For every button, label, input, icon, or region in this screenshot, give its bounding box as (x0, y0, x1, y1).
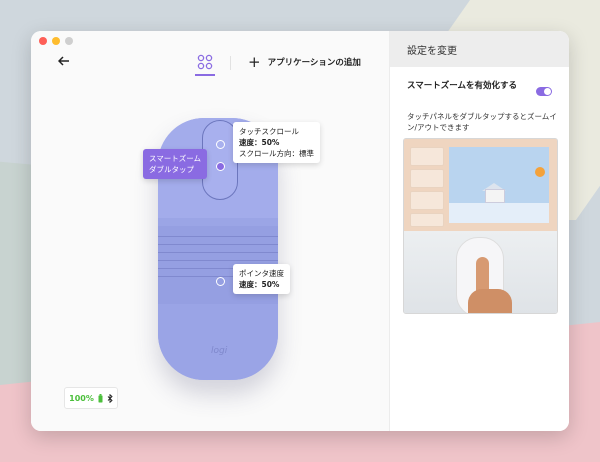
callout-action: ダブルタップ (149, 165, 194, 174)
callout-title: スマートズーム (149, 154, 202, 163)
callout-scroll-direction: スクロール方向：標準 (239, 149, 314, 158)
battery-status: 100% (64, 387, 118, 409)
hotspot-smart-zoom[interactable] (216, 162, 225, 171)
callout-touch-scroll[interactable]: タッチスクロール 速度：50% スクロール方向：標準 (233, 122, 320, 163)
minimize-button[interactable] (52, 37, 60, 45)
back-button[interactable] (57, 54, 70, 70)
hotspot-pointer-speed[interactable] (216, 277, 225, 286)
callout-speed: 速度：50% (239, 280, 280, 289)
toggle-knob (544, 88, 551, 95)
smart-zoom-preview-image (403, 138, 558, 314)
settings-panel-title: 設定を変更 (407, 46, 457, 57)
settings-panel: 設定を変更 スマートズームを有効化する タッチパネルをダブルタップするとズームイ… (389, 31, 569, 431)
app-window: + アプリケーションの追加 logi タッチスクロール 速度：50% スクロール… (31, 31, 569, 431)
add-application-label: アプリケーションの追加 (267, 58, 361, 68)
close-button[interactable] (39, 37, 47, 45)
zoom-button[interactable] (65, 37, 73, 45)
callout-pointer-speed[interactable]: ポインタ速度 速度：50% (233, 264, 290, 294)
device-view: + アプリケーションの追加 logi タッチスクロール 速度：50% スクロール… (31, 31, 389, 431)
window-controls (39, 37, 73, 45)
plus-icon: + (248, 53, 261, 71)
smart-zoom-option-label: スマートズームを有効化する (407, 81, 517, 91)
arrow-left-icon (57, 56, 69, 66)
add-application-button[interactable]: + アプリケーションの追加 (248, 53, 361, 71)
battery-percent: 100% (69, 393, 94, 403)
battery-icon (98, 393, 103, 402)
callout-title: ポインタ速度 (239, 269, 284, 278)
bluetooth-icon (107, 393, 113, 403)
brand-logo: logi (211, 346, 228, 356)
callout-title: タッチスクロール (239, 127, 299, 136)
hotspot-touch-scroll[interactable] (216, 140, 225, 149)
smart-zoom-toggle[interactable] (536, 87, 552, 96)
callout-speed: 速度：50% (239, 138, 280, 147)
smart-zoom-description: タッチパネルをダブルタップするとズームイン/アウトできます (407, 112, 557, 132)
toolbar-divider (230, 56, 231, 70)
tab-active-indicator (195, 74, 215, 76)
devices-grid-icon (197, 54, 213, 70)
tab-devices[interactable] (195, 53, 215, 76)
callout-smart-zoom[interactable]: スマートズーム ダブルタップ (143, 149, 208, 179)
